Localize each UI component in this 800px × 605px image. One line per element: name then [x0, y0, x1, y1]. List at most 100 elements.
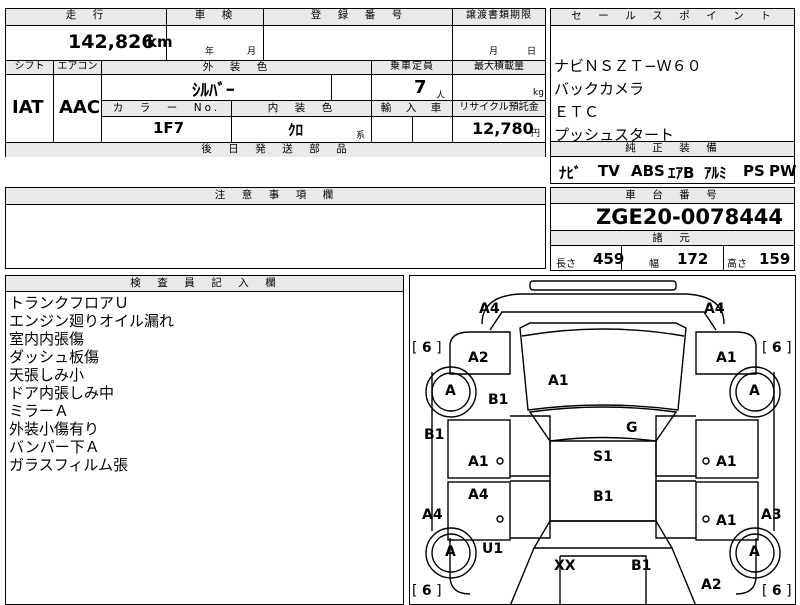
tire-mark: A [445, 383, 456, 399]
inspector-item: ミラーＡ [9, 402, 70, 420]
equipment-item: PW [769, 162, 797, 180]
tread-depth: [ 6 ] [412, 340, 442, 356]
interior-color-suffix: 系 [356, 131, 366, 141]
damage-mark: A1 [716, 513, 737, 529]
damage-mark: A4 [704, 301, 725, 317]
sales-points-box: セ ー ル ス ポ イ ン ト ナビＮＳＺＴ−Ｗ６０ バックカメラ ＥＴＣ プッ… [550, 8, 795, 144]
damage-mark: B1 [424, 427, 445, 443]
sales-point-item: ＥＴＣ [554, 103, 600, 121]
tread-value: 6 [771, 340, 782, 356]
inspection-month: 月 [247, 47, 257, 57]
notes-header: 注 意 事 項 欄 [6, 188, 545, 205]
damage-mark: B1 [631, 558, 652, 574]
width-value: 172 [677, 250, 709, 268]
damage-mark: A1 [716, 454, 737, 470]
divider [412, 116, 413, 142]
length-label: 長さ [556, 259, 576, 270]
inspector-header: 検 査 員 記 入 欄 [6, 276, 403, 292]
damage-mark: A2 [701, 577, 722, 593]
max-load-unit: kg [533, 88, 544, 98]
capacity-value: 7 [414, 77, 427, 98]
inspection-year: 年 [205, 47, 215, 57]
tire-mark: A [749, 544, 760, 560]
inspector-item: 外装小傷有り [9, 420, 100, 438]
transfer-month: 月 [489, 47, 499, 57]
inspector-item: ドア内張しみ中 [9, 384, 115, 402]
registration-header: 登 録 番 号 [264, 9, 452, 26]
sales-points-header: セ ー ル ス ポ イ ン ト [551, 9, 794, 26]
equipment-item: ｴｱB [668, 164, 695, 182]
inspector-item: ダッシュ板傷 [9, 348, 100, 366]
damage-mark: XX [554, 558, 576, 574]
inspector-item: 室内内張傷 [9, 330, 85, 348]
interior-color-value: ｸﾛ [288, 121, 304, 139]
equipment-item: ﾅﾋﾞ [559, 164, 582, 182]
length-value: 459 [593, 250, 625, 268]
inspector-item: エンジン廻りオイル漏れ [9, 312, 175, 330]
height-label: 高さ [727, 259, 747, 270]
chassis-box: 車 台 番 号 ZGE20-0078444 諸 元 長さ 459 幅 172 高… [550, 187, 795, 271]
specs-header: 諸 元 [551, 230, 794, 246]
exterior-color-header: 外 装 色 [102, 61, 371, 75]
tread-value: 6 [421, 583, 432, 599]
import-header: 輸 入 車 [372, 101, 452, 117]
damage-mark: A3 [761, 507, 782, 523]
divider [723, 246, 724, 271]
vehicle-info-form: 走 行 車 検 登 録 番 号 譲渡書類期限 142,826 km 年 月 月 … [5, 8, 546, 157]
exterior-color-value: ｼﾙﾊﾞｰ [192, 81, 235, 101]
tread-value: 6 [421, 340, 432, 356]
damage-mark: A4 [468, 487, 489, 503]
recycle-unit: 円 [531, 129, 541, 139]
capacity-unit: 人 [436, 91, 446, 101]
interior-color-header: 内 装 色 [232, 101, 371, 117]
shift-header: シフト [6, 61, 53, 75]
damage-diagram: A4 A4 A2 A1 A1 B1 B1 G A1 S1 A1 A4 B1 A4… [409, 275, 796, 605]
width-label: 幅 [649, 259, 659, 270]
sales-point-item: バックカメラ [554, 80, 645, 98]
inspector-box: 検 査 員 記 入 欄 トランクフロアＵ エンジン廻りオイル漏れ 室内内張傷 ダ… [5, 275, 404, 605]
damage-mark: G [626, 420, 638, 436]
transfer-day: 日 [527, 47, 537, 57]
height-value: 159 [759, 250, 791, 268]
inspector-list: トランクフロアＵ エンジン廻りオイル漏れ 室内内張傷 ダッシュ板傷 天張しみ小 … [9, 294, 174, 474]
genuine-equipment-header: 純 正 装 備 [551, 142, 794, 157]
tire-mark: A [445, 544, 456, 560]
equipment-item: PS [743, 162, 765, 180]
tire-mark: A [749, 383, 760, 399]
inspector-item: ガラスフィルム張 [9, 456, 129, 474]
chassis-header: 車 台 番 号 [551, 188, 794, 204]
aircon-value: AAC [59, 97, 101, 118]
later-parts-header: 後 日 発 送 部 品 [6, 143, 545, 157]
inspector-item: トランクフロアＵ [9, 294, 130, 312]
color-no-value: 1F7 [153, 119, 185, 137]
recycle-value: 12,780 [472, 119, 534, 138]
tread-value: 6 [771, 583, 782, 599]
notes-box: 注 意 事 項 欄 [5, 187, 546, 269]
equipment-item: TV [598, 162, 620, 180]
inspector-item: バンパー下Ａ [9, 438, 100, 456]
damage-mark: A1 [716, 350, 737, 366]
mileage-header: 走 行 [6, 9, 166, 26]
damage-mark: A4 [422, 507, 443, 523]
damage-mark: A2 [468, 350, 489, 366]
damage-mark: S1 [593, 449, 613, 465]
transfer-header: 譲渡書類期限 [453, 9, 545, 26]
sales-point-item: ナビＮＳＺＴ−Ｗ６０ [554, 57, 702, 75]
tread-depth: [ 6 ] [762, 583, 792, 599]
mileage-value: 142,826 [68, 31, 155, 53]
genuine-equipment-box: 純 正 装 備 ﾅﾋﾞ TV ABS ｴｱB ｱﾙﾐ PS PW [550, 141, 797, 184]
shift-value: IAT [12, 97, 44, 118]
tread-depth: [ 6 ] [412, 583, 442, 599]
car-outline [425, 280, 781, 604]
damage-mark: U1 [482, 541, 504, 557]
tread-depth: [ 6 ] [762, 340, 792, 356]
damage-mark: B1 [488, 392, 509, 408]
max-load-header: 最大積載量 [453, 61, 545, 75]
equipment-item: ABS [631, 162, 665, 180]
chassis-number: ZGE20-0078444 [596, 205, 784, 229]
damage-mark: A1 [548, 373, 569, 389]
damage-mark: A1 [468, 454, 489, 470]
damage-mark: A4 [479, 301, 500, 317]
recycle-header: リサイクル預託金 [453, 101, 545, 117]
color-no-header: カ ラ ー No. [102, 101, 231, 117]
